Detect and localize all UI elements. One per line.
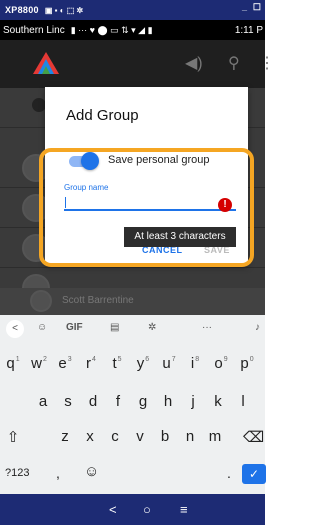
contact-name: Scott Barrentine — [62, 295, 134, 306]
highlight-annotation — [39, 148, 254, 267]
key-n[interactable]: n — [180, 428, 200, 445]
symbols-key[interactable]: ?123 — [5, 467, 29, 479]
key-i[interactable]: i8 — [185, 355, 205, 372]
period-key[interactable]: . — [227, 465, 231, 481]
device-name: XP8800 — [5, 5, 39, 15]
minimize-button[interactable]: _ — [242, 2, 247, 12]
gif-button[interactable]: GIF — [66, 322, 83, 333]
key-r[interactable]: r4 — [81, 355, 101, 372]
volume-icon[interactable]: ◀) — [185, 53, 203, 73]
key-h[interactable]: h — [158, 393, 178, 410]
keyboard-toolbar: < ☺ GIF ▤ ✲ ··· ♪ — [0, 315, 265, 343]
key-u[interactable]: u7 — [159, 355, 179, 372]
contact-row[interactable]: Scott Barrentine — [0, 288, 265, 315]
shift-key[interactable]: ⇧ — [3, 428, 23, 446]
menu-button[interactable]: ≡ — [180, 502, 188, 517]
key-t[interactable]: t5 — [107, 355, 127, 372]
settings-icon[interactable]: ✲ — [148, 322, 156, 333]
emoji-icon[interactable]: ☺ — [84, 463, 99, 480]
back-button[interactable]: < — [109, 502, 117, 517]
close-button[interactable]: ☐ — [253, 2, 261, 13]
key-v[interactable]: v — [130, 428, 150, 445]
sticker-icon[interactable]: ☺ — [37, 322, 47, 333]
more-icon[interactable]: ··· — [202, 322, 212, 333]
key-b[interactable]: b — [155, 428, 175, 445]
device-title-bar: XP8800 ▣ ▪ ◐ ⬚ ✲ _ ☐ — [0, 0, 265, 20]
search-icon[interactable]: ⚲ — [228, 53, 240, 73]
collapse-toolbar-icon[interactable]: < — [6, 320, 24, 338]
key-y[interactable]: y6 — [133, 355, 153, 372]
key-p[interactable]: p0 — [237, 355, 257, 372]
key-q[interactable]: q1 — [3, 355, 23, 372]
app-logo-icon — [33, 52, 59, 74]
backspace-key[interactable]: ⌫ — [243, 428, 264, 446]
soft-keyboard: < ☺ GIF ▤ ✲ ··· ♪ q1 w2 e3 r4 t5 y6 u7 i… — [0, 315, 266, 494]
key-w[interactable]: w2 — [29, 355, 49, 372]
home-button[interactable]: ○ — [143, 502, 151, 517]
key-a[interactable]: a — [33, 393, 53, 410]
device-status-icons: ▣ ▪ ◐ ⬚ ✲ — [44, 5, 84, 15]
key-l[interactable]: l — [233, 393, 253, 410]
key-c[interactable]: c — [105, 428, 125, 445]
comma-key[interactable]: , — [56, 465, 60, 481]
person-icon — [32, 98, 46, 112]
clipboard-icon[interactable]: ▤ — [110, 322, 119, 333]
navigation-bar: < ○ ≡ — [0, 494, 265, 525]
more-vert-icon[interactable]: ⋮ — [259, 53, 275, 73]
key-x[interactable]: x — [80, 428, 100, 445]
key-g[interactable]: g — [133, 393, 153, 410]
dialog-title: Add Group — [66, 107, 139, 124]
status-bar: Southern Linc ▮ ··· ♥ ⬤ ▭ ⇅ ▾ ◢ ▮ 1:11 P — [0, 20, 265, 40]
key-o[interactable]: o9 — [211, 355, 231, 372]
app-bar: ◀) ⚲ ⋮ — [0, 40, 275, 88]
enter-key[interactable]: ✓ — [242, 464, 266, 484]
mic-icon[interactable]: ♪ — [255, 322, 260, 333]
avatar — [30, 290, 52, 312]
key-e[interactable]: e3 — [55, 355, 75, 372]
carrier-name: Southern Linc — [3, 24, 65, 36]
status-icons: ▮ ··· ♥ ⬤ ▭ ⇅ ▾ ◢ ▮ — [70, 24, 153, 35]
key-d[interactable]: d — [83, 393, 103, 410]
key-s[interactable]: s — [58, 393, 78, 410]
key-z[interactable]: z — [55, 428, 75, 445]
key-k[interactable]: k — [208, 393, 228, 410]
key-m[interactable]: m — [205, 428, 225, 445]
clock: 1:11 P — [234, 24, 263, 36]
key-f[interactable]: f — [108, 393, 128, 410]
key-j[interactable]: j — [183, 393, 203, 410]
